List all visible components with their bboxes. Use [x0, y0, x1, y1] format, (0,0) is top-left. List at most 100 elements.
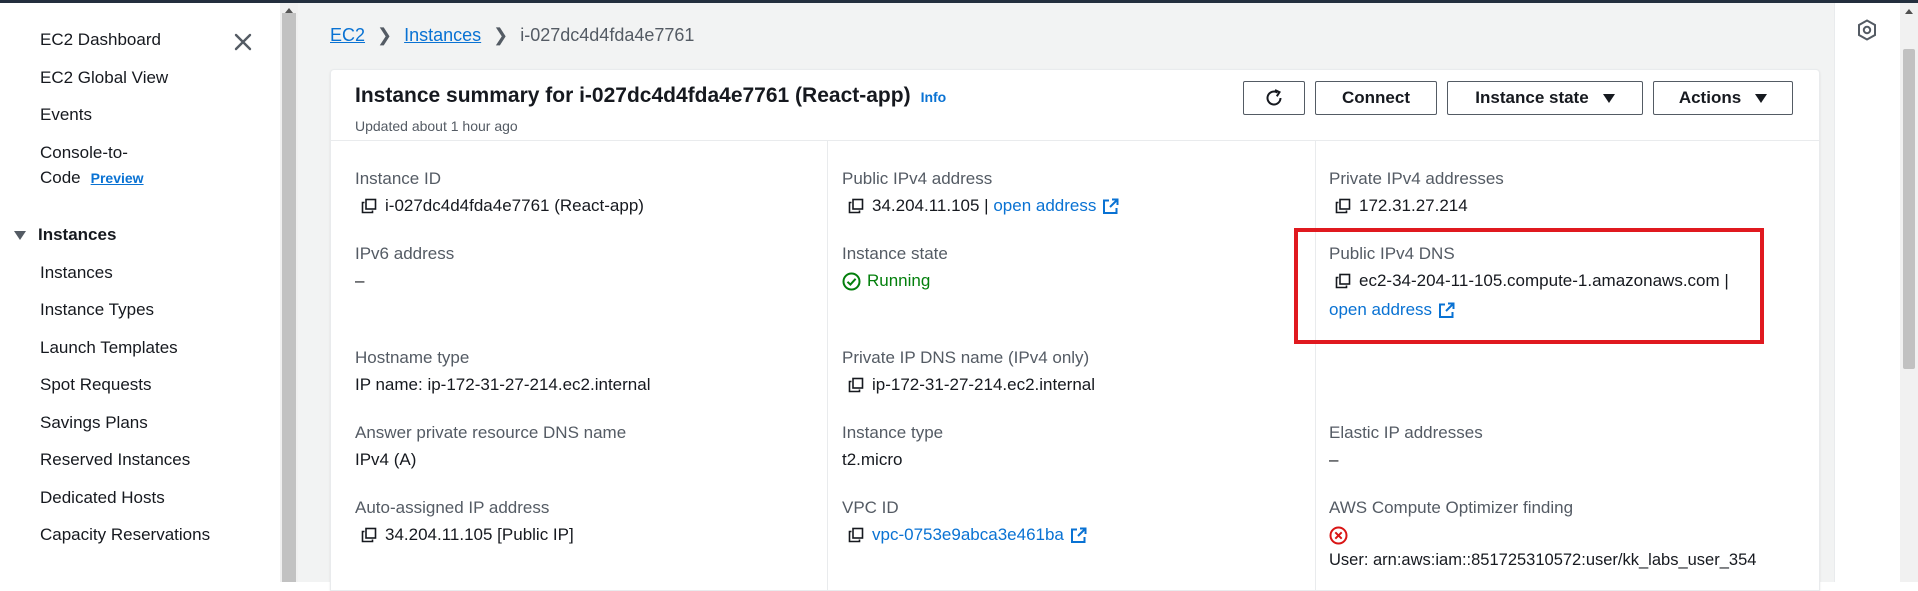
sidebar-item-reserved-instances[interactable]: Reserved Instances [40, 450, 190, 470]
scroll-up-arrow-icon[interactable] [1905, 9, 1913, 14]
error-circle-icon [1329, 526, 1348, 545]
preview-badge-link[interactable]: Preview [91, 170, 144, 186]
refresh-button[interactable] [1243, 81, 1305, 115]
field-value: i-027dc4d4fda4e7761 (React-app) [385, 196, 644, 215]
field-label: IPv6 address [355, 244, 455, 263]
field-label: Elastic IP addresses [1329, 423, 1483, 442]
column-divider [827, 141, 828, 591]
open-address-link[interactable]: open address [993, 196, 1096, 216]
vpc-id-link[interactable]: vpc-0753e9abca3e461ba [872, 525, 1064, 545]
instance-state-label: Instance state [1475, 88, 1589, 107]
breadcrumb-current: i-027dc4d4fda4e7761 [520, 25, 695, 45]
connect-button[interactable]: Connect [1315, 81, 1437, 115]
field-label: Instance state [842, 244, 948, 263]
field-label: AWS Compute Optimizer finding [1329, 498, 1574, 517]
copy-icon[interactable] [361, 198, 377, 214]
actions-button[interactable]: Actions [1653, 81, 1793, 115]
field-vpc-id: VPC ID vpc-0753e9abca3e461ba [842, 498, 1087, 545]
field-label: Answer private resource DNS name [355, 423, 627, 442]
actions-label: Actions [1678, 88, 1742, 107]
sidebar-section-label: Instances [38, 225, 117, 244]
copy-icon[interactable] [848, 527, 864, 543]
field-answer-dns: Answer private resource DNS name IPv4 (A… [355, 423, 626, 470]
sidebar-item-ec2-dashboard[interactable]: EC2 Dashboard [40, 30, 161, 50]
caret-down-icon [1755, 93, 1768, 103]
refresh-icon [1266, 89, 1282, 106]
sidebar-item-label: Code [40, 168, 81, 187]
field-public-ipv4: Public IPv4 address 34.204.11.105 | open… [842, 169, 1119, 216]
field-instance-state: Instance state Running [842, 244, 948, 291]
scrollbar-thumb[interactable] [1903, 49, 1915, 369]
external-link-icon[interactable] [1070, 527, 1087, 544]
chevron-right-icon: ❯ [377, 25, 393, 45]
sidebar-item-console-to-code[interactable]: Console-to- Code Preview [40, 143, 144, 188]
column-divider [1315, 141, 1316, 591]
field-label: Private IP DNS name (IPv4 only) [842, 348, 1090, 367]
title-text: Instance summary for i-027dc4d4fda4e7761… [355, 84, 911, 107]
highlight-annotation-box [1294, 228, 1764, 344]
breadcrumb-ec2-link[interactable]: EC2 [330, 25, 365, 45]
close-icon[interactable] [232, 31, 254, 53]
field-value: t2.micro [842, 450, 903, 469]
field-label: Auto-assigned IP address [355, 498, 550, 517]
breadcrumb-instances-link[interactable]: Instances [404, 25, 481, 45]
copy-icon[interactable] [1335, 198, 1351, 214]
field-value: IP name: ip-172-31-27-214.ec2.internal [355, 375, 651, 394]
instance-state-button[interactable]: Instance state [1447, 81, 1643, 115]
sidebar-item-ec2-global-view[interactable]: EC2 Global View [40, 68, 168, 88]
field-private-ipv4: Private IPv4 addresses 172.31.27.214 [1329, 169, 1504, 216]
field-label: Instance ID [355, 169, 441, 188]
field-value: 34.204.11.105 | [872, 196, 989, 215]
info-link[interactable]: Info [921, 89, 947, 105]
sidebar-item-events[interactable]: Events [40, 105, 92, 125]
field-private-dns: Private IP DNS name (IPv4 only) ip-172-3… [842, 348, 1095, 395]
caret-down-icon [14, 231, 26, 241]
field-value: ip-172-31-27-214.ec2.internal [872, 375, 1096, 394]
field-auto-ip: Auto-assigned IP address 34.204.11.105 [… [355, 498, 574, 545]
sidebar-item-instance-types[interactable]: Instance Types [40, 300, 154, 320]
sidebar: EC2 Dashboard EC2 Global View Events Con… [0, 3, 280, 582]
status-running: Running [867, 271, 931, 290]
copy-icon[interactable] [848, 377, 864, 393]
copy-icon[interactable] [361, 527, 377, 543]
field-value: IPv4 (A) [355, 450, 417, 469]
sidebar-scrollbar[interactable] [280, 3, 298, 582]
field-label: Private IPv4 addresses [1329, 169, 1504, 188]
page-scrollbar[interactable] [1900, 3, 1918, 582]
field-value: 34.204.11.105 [Public IP] [385, 525, 574, 544]
field-instance-id: Instance ID i-027dc4d4fda4e7761 (React-a… [355, 169, 644, 216]
breadcrumb: EC2 ❯ Instances ❯ i-027dc4d4fda4e7761 [330, 25, 694, 46]
copy-icon[interactable] [848, 198, 864, 214]
scrollbar-thumb[interactable] [282, 13, 296, 582]
sidebar-item-capacity-reservations[interactable]: Capacity Reservations [40, 525, 210, 545]
sidebar-item-dedicated-hosts[interactable]: Dedicated Hosts [40, 488, 165, 508]
field-ipv6: IPv6 address – [355, 244, 454, 291]
field-hostname-type: Hostname type IP name: ip-172-31-27-214.… [355, 348, 650, 395]
external-link-icon[interactable] [1102, 198, 1119, 215]
check-circle-icon [842, 272, 861, 290]
field-value: – [1329, 450, 1339, 469]
card-header: Instance summary for i-027dc4d4fda4e7761… [331, 70, 1819, 141]
connect-label: Connect [1342, 88, 1410, 107]
sidebar-item-savings-plans[interactable]: Savings Plans [40, 413, 148, 433]
sidebar-item-instances[interactable]: Instances [40, 263, 113, 283]
field-value: – [355, 271, 365, 290]
sidebar-item-launch-templates[interactable]: Launch Templates [40, 338, 178, 358]
field-value: 172.31.27.214 [1359, 196, 1468, 215]
field-optimizer: AWS Compute Optimizer finding User: arn:… [1329, 498, 1756, 570]
field-elastic-ip: Elastic IP addresses – [1329, 423, 1483, 470]
sidebar-item-spot-requests[interactable]: Spot Requests [40, 375, 152, 395]
field-label: Instance type [842, 423, 944, 442]
field-label: Public IPv4 address [842, 169, 993, 188]
hexagon-settings-icon[interactable] [1857, 19, 1877, 41]
caret-down-icon [1602, 93, 1615, 103]
field-label: VPC ID [842, 498, 899, 517]
sidebar-section-instances[interactable]: Instances [14, 225, 116, 245]
chevron-right-icon: ❯ [493, 25, 509, 45]
field-value: User: arn:aws:iam::851725310572:user/kk_… [1329, 551, 1757, 569]
utility-panel [1834, 3, 1895, 582]
page-title: Instance summary for i-027dc4d4fda4e7761… [355, 84, 946, 108]
updated-text: Updated about 1 hour ago [355, 118, 518, 134]
field-instance-type: Instance type t2.micro [842, 423, 943, 470]
field-label: Hostname type [355, 348, 470, 367]
